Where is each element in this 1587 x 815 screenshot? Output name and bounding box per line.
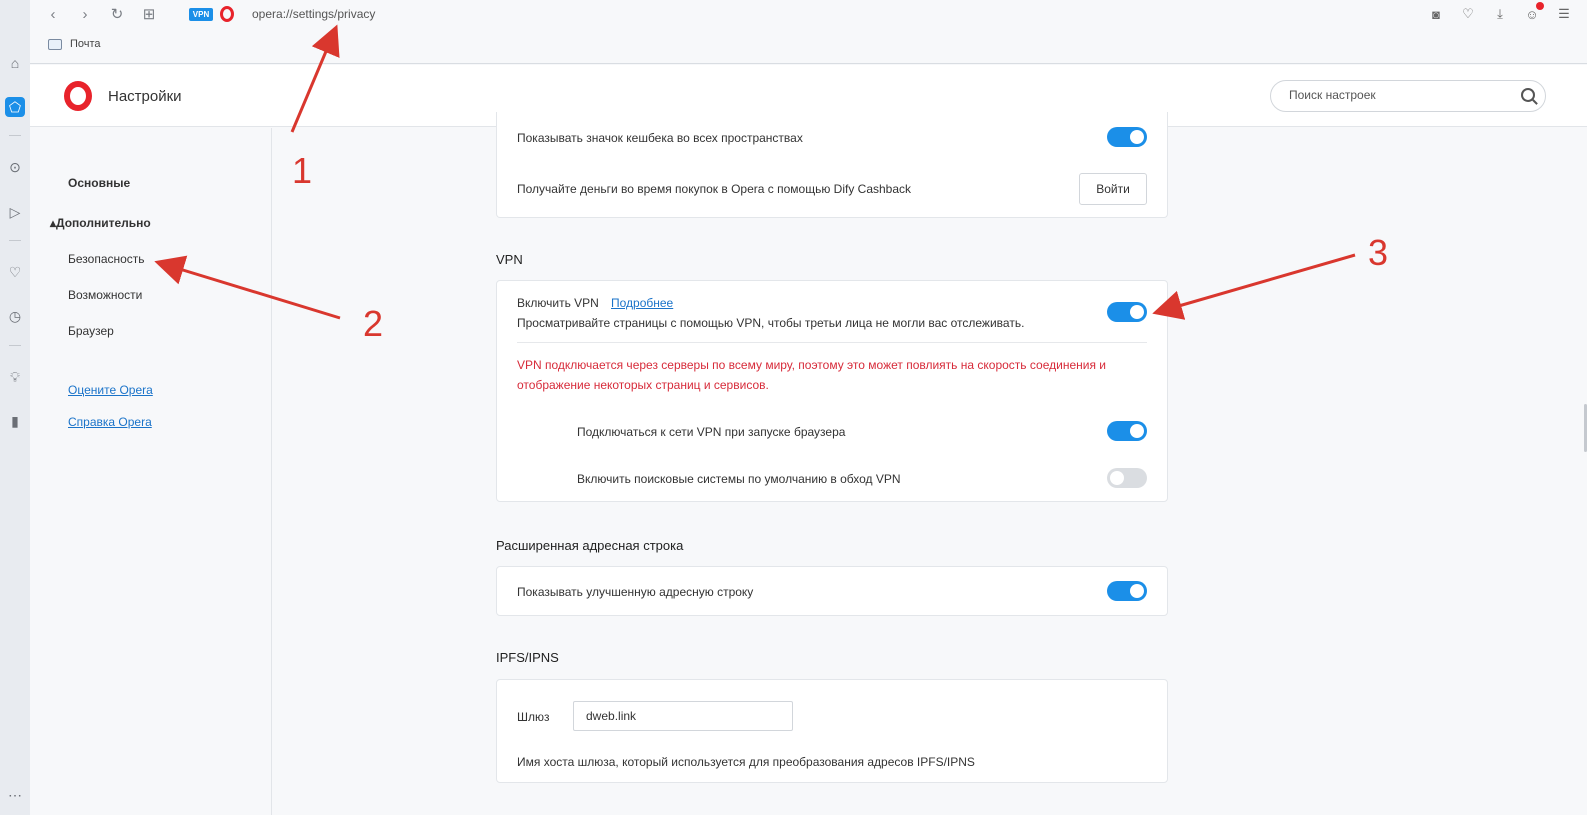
vpn-bypass-search-label: Включить поисковые системы по умолчанию … [577, 472, 901, 486]
opera-logo-icon [64, 81, 92, 111]
vpn-connect-on-start-toggle[interactable] [1107, 421, 1147, 441]
document-icon[interactable]: ▮ [5, 411, 25, 431]
cashback-login-button[interactable]: Войти [1079, 173, 1147, 205]
player-icon[interactable]: ⊙ [5, 157, 25, 177]
opera-sidebar: ⌂ ⬠ ⊙ ▷ ♡ ◷ 💡︎ ▮ ⋯ [0, 0, 30, 815]
menu-icon[interactable]: ☰ [1555, 5, 1573, 23]
search-icon[interactable] [1521, 88, 1535, 102]
speed-dial-icon[interactable]: ⬠ [5, 97, 25, 117]
account-icon[interactable]: ☺ [1523, 2, 1544, 23]
page-title: Настройки [108, 88, 182, 105]
annotation-number-1: 1 [292, 150, 313, 191]
toolbar-right: ◙ ♡ ⤓ ☺ ☰ [1427, 2, 1573, 23]
annotation-arrow-3 [1152, 253, 1356, 320]
address-bar[interactable]: opera://settings/privacy [252, 7, 375, 21]
ipfs-section-title: IPFS/IPNS [496, 650, 559, 665]
sidebar-divider [9, 345, 21, 346]
vpn-warning-line1: VPN подключается через серверы по всему … [517, 358, 1106, 372]
camera-icon[interactable]: ◙ [1427, 5, 1445, 23]
browser-topbar: ‹ › ↻ ⊞ VPN opera://settings/privacy ◙ ♡… [30, 0, 1587, 64]
bulb-icon[interactable]: 💡︎ [5, 367, 25, 387]
heart-icon[interactable]: ♡ [1459, 5, 1477, 23]
download-icon[interactable]: ⤓ [1491, 5, 1509, 23]
annotation-number-2: 2 [363, 303, 384, 344]
vpn-divider [517, 342, 1147, 343]
addressbar-improved-toggle[interactable] [1107, 581, 1147, 601]
nav-item-security[interactable]: Безопасность [68, 252, 145, 266]
notification-dot [1536, 2, 1544, 10]
nav-item-advanced[interactable]: ▴Дополнительно [50, 216, 151, 230]
nav-item-basic[interactable]: Основные [68, 176, 130, 190]
vpn-card: Включить VPN Подробнее Просматривайте ст… [496, 280, 1168, 502]
cashback-icon-label: Показывать значок кешбека во всех простр… [517, 131, 803, 145]
cashback-earn-label: Получайте деньги во время покупок в Oper… [517, 182, 912, 196]
vpn-description: Просматривайте страницы с помощью VPN, ч… [517, 316, 1025, 330]
bookmark-mail[interactable]: Почта [48, 38, 101, 50]
reload-icon[interactable]: ↻ [108, 5, 126, 23]
rate-opera-link[interactable]: Оцените Opera [68, 383, 153, 397]
addressbar-improved-label: Показывать улучшенную адресную строку [517, 585, 754, 599]
vpn-badge[interactable]: VPN [189, 8, 213, 21]
nav-item-features[interactable]: Возможности [68, 288, 142, 302]
annotation-number-3: 3 [1368, 232, 1389, 273]
search-input[interactable] [1289, 88, 1509, 102]
ipfs-card: Шлюз Имя хоста шлюза, который использует… [496, 679, 1168, 783]
forward-icon[interactable]: › [76, 5, 94, 23]
nav-item-browser[interactable]: Браузер [68, 324, 114, 338]
addressbar-card: Показывать улучшенную адресную строку [496, 566, 1168, 616]
home-icon[interactable]: ⌂ [5, 53, 25, 73]
vpn-enable-label: Включить VPN [517, 296, 599, 310]
vpn-section-title: VPN [496, 252, 523, 267]
search-box[interactable] [1270, 80, 1546, 112]
opera-logo-icon [220, 6, 234, 22]
vpn-bypass-search-toggle[interactable] [1107, 468, 1147, 488]
heart-icon[interactable]: ♡ [5, 262, 25, 282]
tabs-grid-icon[interactable]: ⊞ [140, 5, 158, 23]
settings-nav: Основные ▴Дополнительно Безопасность Воз… [30, 128, 272, 815]
help-opera-link[interactable]: Справка Opera [68, 415, 152, 429]
vpn-enable-toggle[interactable] [1107, 302, 1147, 322]
history-icon[interactable]: ◷ [5, 306, 25, 326]
sidebar-divider [9, 135, 21, 136]
mail-icon [48, 38, 62, 50]
sidebar-divider [9, 240, 21, 241]
cashback-card: Показывать значок кешбека во всех простр… [496, 112, 1168, 218]
send-icon[interactable]: ▷ [5, 202, 25, 222]
ipfs-gateway-input[interactable] [573, 701, 793, 731]
vpn-more-link[interactable]: Подробнее [611, 296, 673, 310]
bookmark-label: Почта [70, 38, 101, 50]
vpn-connect-on-start-label: Подключаться к сети VPN при запуске брау… [577, 425, 846, 439]
ipfs-gateway-hint: Имя хоста шлюза, который используется дл… [517, 755, 975, 769]
vpn-warning-line2: отображение некоторых страниц и сервисов… [517, 378, 769, 392]
more-icon[interactable]: ⋯ [5, 785, 25, 805]
ipfs-gateway-label: Шлюз [517, 710, 550, 724]
back-icon[interactable]: ‹ [44, 5, 62, 23]
cashback-icon-toggle[interactable] [1107, 127, 1147, 147]
addressbar-section-title: Расширенная адресная строка [496, 538, 684, 553]
